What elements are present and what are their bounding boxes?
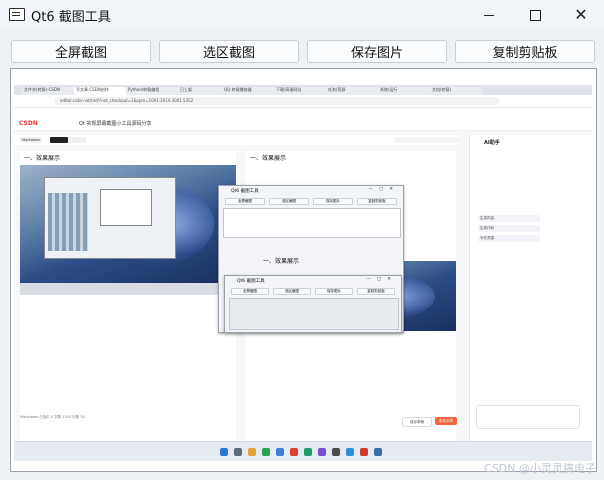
right-sidebar [584, 135, 592, 441]
maximize-button[interactable] [512, 0, 558, 30]
app-icon [360, 448, 368, 456]
ai-option: 生成代码 [478, 225, 540, 232]
right-heading: 一、效果展示 [250, 155, 287, 162]
maximize-icon [529, 9, 541, 21]
browser-address-bar: editor.csdn.net/md/?not_checkout=1&spm=1… [14, 95, 592, 108]
browser-tab: Python/转载编程 [126, 87, 178, 95]
inner-button: 全屏截图 [225, 198, 265, 205]
browser-tab: 文件夹(转载)-CSDN [22, 87, 74, 95]
inner-button: 复制剪贴板 [357, 198, 397, 205]
inner-window-title-2: Qt6 截图工具 [237, 279, 265, 284]
start-icon [220, 448, 228, 456]
csdn-logo: CSDN [19, 120, 38, 127]
left-heading: 一、效果展示 [24, 155, 61, 162]
copy-clipboard-button[interactable]: 复制剪贴板 [455, 40, 595, 63]
app-icon [304, 448, 312, 456]
app-icon [9, 8, 25, 21]
publish-button: 发布文章 [435, 417, 457, 425]
app-icon [332, 448, 340, 456]
close-icon: ✕ [574, 5, 588, 24]
inner-heading: 一、效果展示 [263, 258, 300, 265]
title-bar: Qt6 截图工具 ✕ [0, 0, 604, 30]
windows-taskbar [14, 441, 592, 461]
url-text: editor.csdn.net/md/?not_checkout=1&spm=1… [54, 97, 500, 105]
app-icon [290, 448, 298, 456]
folder-icon [248, 448, 256, 456]
inner-button: 选区截图 [269, 198, 309, 205]
screenshot-preview: 文件夹(转载)-CSDN 写文章-CSDN创作 Python/转载编程 已上架 … [10, 68, 597, 472]
browser-tab: 下载/高速网址 [274, 87, 326, 95]
ai-title: AI助手 [484, 140, 500, 146]
app-icon [346, 448, 354, 456]
browser-tab: QQ 转载播放器 [222, 87, 274, 95]
browser-tab-strip: 文件夹(转载)-CSDN 写文章-CSDN创作 Python/转载编程 已上架 … [14, 85, 592, 95]
save-draft-button: 保存草稿 [402, 417, 432, 427]
ai-option: 写作灵感 [478, 235, 540, 242]
browser-tab: 已上架 [178, 87, 222, 95]
app-icon [318, 448, 326, 456]
markdown-mode-chip: Markdown [20, 137, 43, 143]
inner-window-title: Qt6 截图工具 [231, 189, 259, 194]
inner-button: 选区截图 [273, 288, 311, 295]
ai-option: 生成内容 [478, 215, 540, 222]
region-capture-button[interactable]: 选区截图 [159, 40, 299, 63]
save-image-button[interactable]: 保存图片 [307, 40, 447, 63]
editor-toolbar: Markdown [14, 135, 458, 145]
bookmarks-bar [14, 108, 592, 117]
browser-tab: 任务/资源 [326, 87, 378, 95]
window-title: Qt6 截图工具 [31, 10, 111, 25]
editor-status: Markdown 已选中 0 字数 1343 行数 30 [20, 415, 85, 419]
ai-assistant-panel: AI助手 生成内容 生成代码 写作灵感 [469, 135, 585, 441]
app-icon [374, 448, 382, 456]
fullscreen-capture-button[interactable]: 全屏截图 [11, 40, 151, 63]
article-title: Qt 实现屏幕截图小工具源码分享 [79, 121, 152, 127]
csdn-header: CSDN Qt 实现屏幕截图小工具源码分享 [14, 117, 592, 131]
browser-tab: 系统/运行 [378, 87, 430, 95]
editor-left-pane: 一、效果展示 [20, 151, 236, 441]
close-button[interactable]: ✕ [558, 0, 604, 30]
browser-tab: 文档(转载) [430, 87, 482, 95]
search-icon [234, 448, 242, 456]
inner-button: 保存图片 [315, 288, 353, 295]
captured-screen-image: 文件夹(转载)-CSDN 写文章-CSDN创作 Python/转载编程 已上架 … [14, 85, 592, 461]
inner-button: 保存图片 [313, 198, 353, 205]
inner-button: 复制剪贴板 [357, 288, 395, 295]
app-icon [262, 448, 270, 456]
watermark: CSDN @小灵灵搞电子 [484, 462, 596, 475]
minimize-icon [484, 14, 494, 16]
browser-tab: 写文章-CSDN创作 [74, 87, 126, 95]
app-icon [276, 448, 284, 456]
inner-app-window-2: Qt6 截图工具 —▢✕ 全屏截图 选区截图 保存图片 复制剪贴板 [224, 275, 402, 333]
minimize-button[interactable] [466, 0, 512, 30]
inner-button: 全屏截图 [231, 288, 269, 295]
